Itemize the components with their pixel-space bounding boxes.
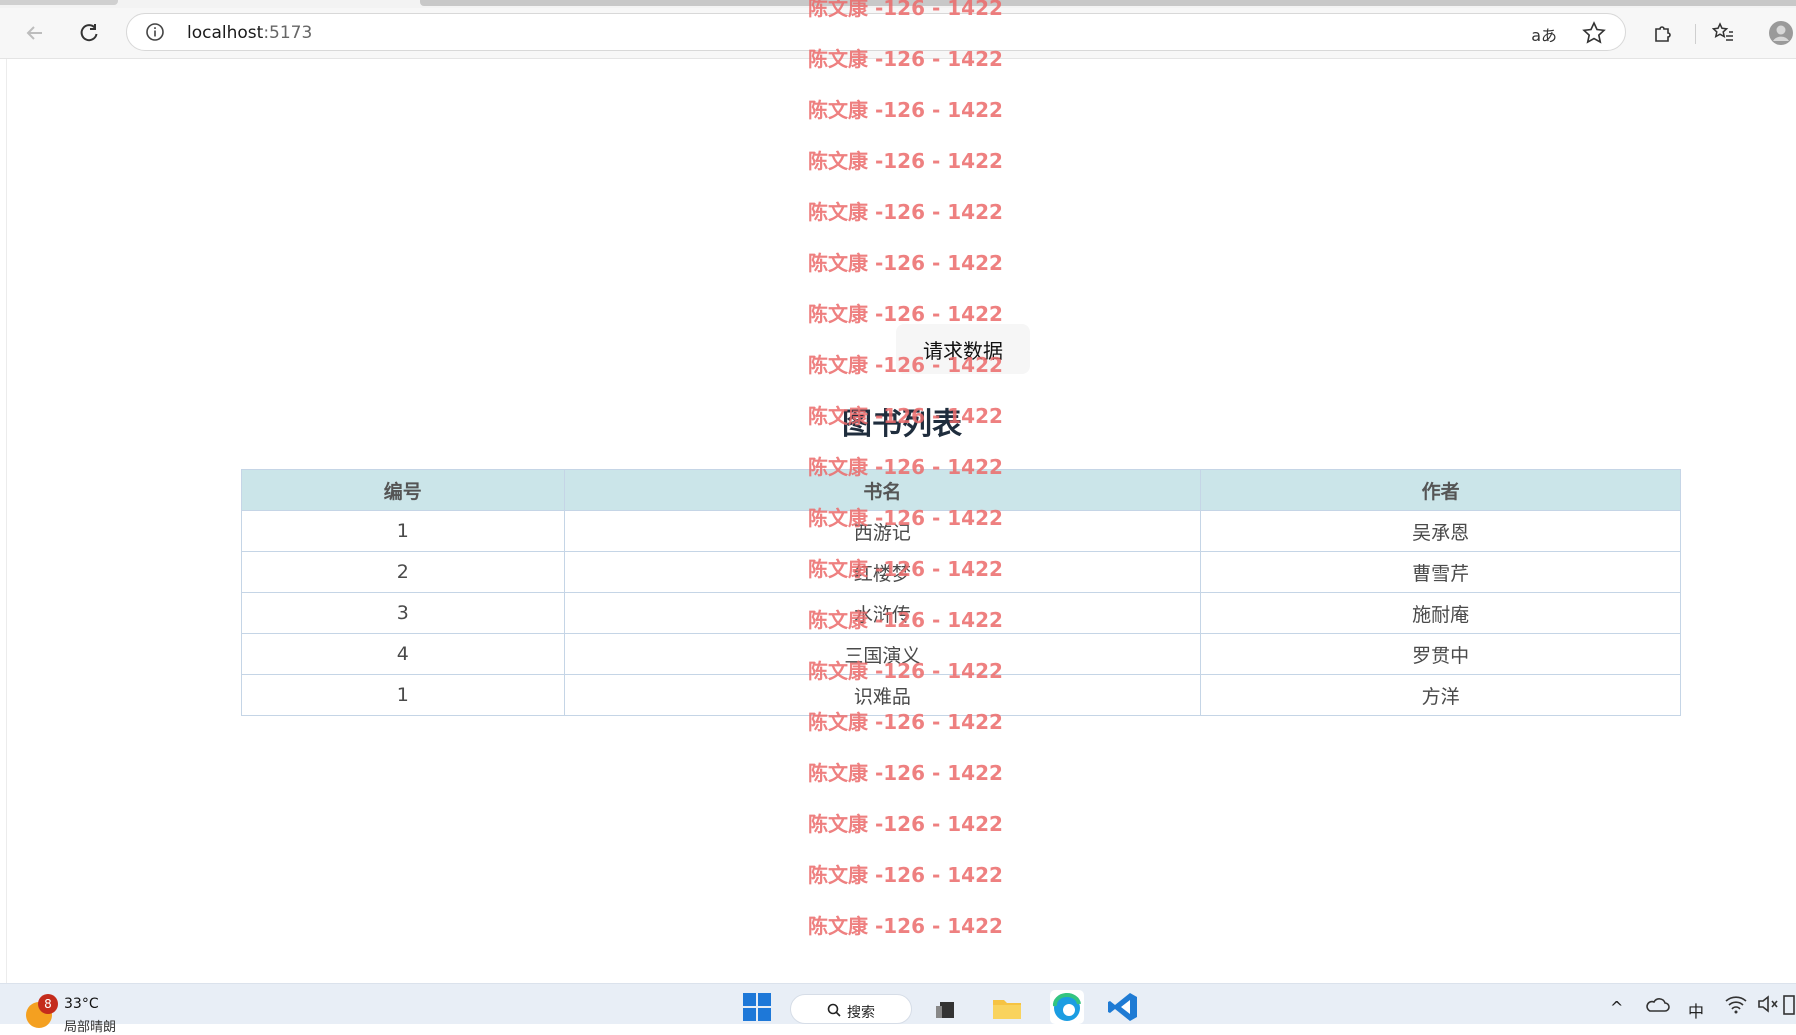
tab-strip-segment[interactable] bbox=[420, 0, 1796, 6]
show-hidden-icons-chevron[interactable]: ^ bbox=[1610, 998, 1623, 1017]
url-text[interactable]: localhost:5173 bbox=[187, 23, 312, 43]
taskbar-search[interactable]: 搜索 bbox=[790, 994, 912, 1024]
profile-button[interactable] bbox=[1768, 20, 1794, 46]
search-icon bbox=[827, 1003, 841, 1017]
cell-author: 吴承恩 bbox=[1200, 510, 1681, 552]
column-header-id: 编号 bbox=[241, 469, 565, 511]
task-view-icon[interactable] bbox=[930, 990, 964, 1024]
favorites-button[interactable] bbox=[1710, 20, 1736, 46]
site-info-icon[interactable] bbox=[145, 22, 165, 42]
weather-widget[interactable]: 8 33°C 局部晴朗 bbox=[26, 994, 126, 1035]
cell-title: 红楼梦 bbox=[563, 551, 1202, 593]
cell-id: 2 bbox=[241, 551, 565, 593]
taskbar: 8 33°C 局部晴朗 搜索 ^ 中 bbox=[0, 983, 1796, 1035]
arrow-left-icon bbox=[26, 26, 42, 40]
ime-indicator[interactable]: 中 bbox=[1688, 998, 1704, 1022]
favorite-star-icon[interactable] bbox=[1581, 20, 1607, 46]
cell-author: 施耐庵 bbox=[1200, 592, 1681, 634]
battery-icon[interactable] bbox=[1782, 992, 1796, 1016]
back-button[interactable] bbox=[22, 20, 48, 46]
table-row: 1 西游记 吴承恩 bbox=[241, 510, 1681, 552]
request-data-button[interactable]: 请求数据 bbox=[896, 324, 1030, 374]
browser-toolbar: localhost:5173 aあ bbox=[0, 8, 1796, 59]
cell-title: 三国演义 bbox=[563, 633, 1202, 675]
windows-start-icon[interactable] bbox=[740, 990, 774, 1024]
table-row: 4 三国演义 罗贯中 bbox=[241, 633, 1681, 675]
wifi-icon[interactable] bbox=[1724, 992, 1748, 1016]
cell-title: 水浒传 bbox=[563, 592, 1202, 634]
avatar-icon bbox=[1769, 21, 1793, 45]
notification-badge: 8 bbox=[38, 994, 58, 1014]
onedrive-cloud-icon[interactable] bbox=[1644, 992, 1670, 1018]
cell-author: 曹雪芹 bbox=[1200, 551, 1681, 593]
vscode-icon[interactable] bbox=[1106, 990, 1140, 1024]
weather-description: 局部晴朗 bbox=[64, 1020, 117, 1035]
cell-id: 4 bbox=[241, 633, 565, 675]
search-label: 搜索 bbox=[847, 1005, 875, 1021]
address-bar[interactable]: localhost:5173 aあ bbox=[126, 13, 1626, 51]
toolbar-divider bbox=[1695, 24, 1696, 44]
file-explorer-icon[interactable] bbox=[990, 990, 1024, 1024]
column-header-title: 书名 bbox=[563, 469, 1202, 511]
refresh-icon bbox=[80, 24, 98, 42]
url-host: localhost bbox=[187, 23, 264, 43]
cell-title: 西游记 bbox=[563, 510, 1202, 552]
tab-strip-segment[interactable] bbox=[0, 0, 118, 5]
table-row: 2 红楼梦 曹雪芹 bbox=[241, 551, 1681, 593]
book-table: 编号 书名 作者 1 西游记 吴承恩 2 红楼梦 曹雪芹 3 水浒传 施耐庵 4… bbox=[241, 469, 1681, 716]
table-row: 3 水浒传 施耐庵 bbox=[241, 592, 1681, 634]
puzzle-icon bbox=[1655, 26, 1671, 42]
edge-browser-icon[interactable] bbox=[1050, 990, 1084, 1024]
page-title: 图书列表 bbox=[842, 407, 962, 442]
cell-title: 识难品 bbox=[563, 674, 1202, 716]
extensions-button[interactable] bbox=[1650, 20, 1676, 46]
column-header-author: 作者 bbox=[1200, 469, 1681, 511]
cell-author: 方洋 bbox=[1200, 674, 1681, 716]
url-port: :5173 bbox=[263, 23, 313, 43]
cell-id: 3 bbox=[241, 592, 565, 634]
reload-button[interactable] bbox=[76, 20, 102, 46]
table-row: 1 识难品 方洋 bbox=[241, 674, 1681, 716]
tab-strip bbox=[0, 0, 1796, 8]
speaker-muted-icon[interactable] bbox=[1756, 992, 1780, 1016]
cell-id: 1 bbox=[241, 510, 565, 552]
weather-temperature: 33°C bbox=[64, 996, 99, 1012]
page-viewport: 请求数据 图书列表 编号 书名 作者 1 西游记 吴承恩 2 红楼梦 曹雪芹 3… bbox=[6, 59, 1796, 983]
read-aloud-button[interactable]: aあ bbox=[1531, 22, 1557, 46]
table-header-row: 编号 书名 作者 bbox=[241, 469, 1681, 511]
favorites-list-icon bbox=[1712, 22, 1733, 41]
cell-author: 罗贯中 bbox=[1200, 633, 1681, 675]
cell-id: 1 bbox=[241, 674, 565, 716]
